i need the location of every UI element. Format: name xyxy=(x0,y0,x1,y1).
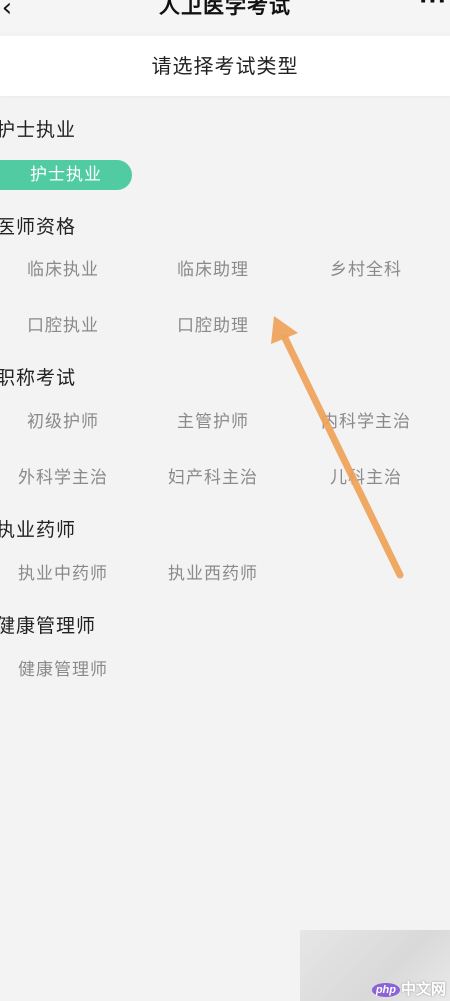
annotation-arrow-icon xyxy=(271,316,404,579)
option-dental-assistant[interactable]: 口腔助理 xyxy=(150,314,276,338)
option-dental-practice[interactable]: 口腔执业 xyxy=(0,314,126,338)
section-title-pharmacist: 执业药师 xyxy=(0,519,77,541)
php-logo-text: 中文网 xyxy=(400,981,446,998)
section-title-nurse: 护士执业 xyxy=(0,119,77,141)
page-subheader: 请选择考试类型 xyxy=(0,36,450,96)
top-nav-bar: ‹ 人卫医学考试 ··· xyxy=(0,0,450,32)
page-title: 请选择考试类型 xyxy=(151,54,299,78)
option-western-pharmacist[interactable]: 执业西药师 xyxy=(150,562,276,586)
option-health-manager[interactable]: 健康管理师 xyxy=(0,658,126,682)
option-junior-nurse[interactable]: 初级护师 xyxy=(0,410,126,434)
app-title: 人卫医学考试 xyxy=(159,0,291,18)
option-surgery[interactable]: 外科学主治 xyxy=(0,466,126,490)
php-oval-logo: php xyxy=(371,983,400,998)
section-title-health-manager: 健康管理师 xyxy=(0,615,97,637)
section-title-professional: 职称考试 xyxy=(0,367,77,389)
section-title-physician: 医师资格 xyxy=(0,216,77,238)
watermark: php 中文网 xyxy=(300,930,450,1001)
option-senior-nurse[interactable]: 主管护师 xyxy=(150,410,276,434)
option-internal-medicine[interactable]: 内科学主治 xyxy=(300,410,432,434)
option-clinical-assistant[interactable]: 临床助理 xyxy=(150,258,276,282)
option-tcm-pharmacist[interactable]: 执业中药师 xyxy=(0,562,126,586)
option-rural-general[interactable]: 乡村全科 xyxy=(300,258,432,282)
php-logo: php 中文网 xyxy=(371,978,446,999)
option-clinical-practice[interactable]: 临床执业 xyxy=(0,258,126,282)
option-obgyn[interactable]: 妇产科主治 xyxy=(150,466,276,490)
more-options-icon[interactable]: ··· xyxy=(418,0,448,14)
option-nurse-practice-selected[interactable]: 护士执业 xyxy=(0,160,132,190)
option-pediatrics[interactable]: 儿科主治 xyxy=(300,466,432,490)
